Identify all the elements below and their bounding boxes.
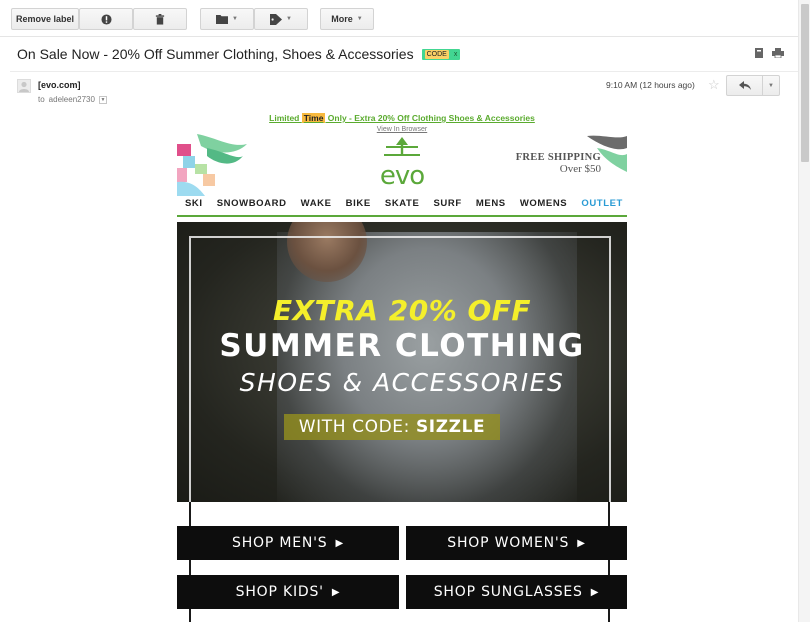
reply-button-group: ▼	[726, 75, 780, 96]
more-text: More	[331, 14, 353, 24]
person-icon	[19, 81, 29, 92]
shop-kids-label: SHOP KIDS'	[235, 584, 324, 600]
to-prefix: to	[38, 95, 45, 104]
shop-sunglasses-button[interactable]: SHOP SUNGLASSES ▶	[406, 575, 627, 609]
alert-icon	[100, 13, 112, 25]
nav-underline	[177, 215, 627, 217]
shop-mens-button[interactable]: SHOP MEN'S ▶	[177, 526, 399, 560]
hero-headline: SUMMER CLOTHING	[219, 328, 585, 364]
email-header: evo FREE SHIPPING Over $50	[177, 134, 627, 196]
remove-label-button[interactable]: Remove label	[11, 8, 79, 30]
subject-actions	[754, 48, 784, 58]
nav-womens[interactable]: WOMENS	[520, 198, 567, 213]
folder-icon	[216, 15, 229, 24]
hero-discount: EXTRA 20% OFF	[272, 294, 532, 327]
nav-wake[interactable]: WAKE	[301, 198, 332, 213]
reply-button[interactable]	[727, 76, 763, 95]
more-button[interactable]: More ▼	[320, 8, 374, 30]
shop-kids-button[interactable]: SHOP KIDS' ▶	[177, 575, 399, 609]
email-body: evo FREE SHIPPING Over $50 SKI SNOWBOARD…	[177, 134, 627, 622]
subject-divider	[10, 71, 798, 72]
hero-banner[interactable]: EXTRA 20% OFF SUMMER CLOTHING SHOES & AC…	[177, 222, 627, 502]
label-remove-button[interactable]: x	[454, 51, 458, 58]
remove-label-text: Remove label	[15, 14, 75, 24]
shop-mens-label: SHOP MEN'S	[232, 535, 328, 551]
scrollbar-thumb[interactable]	[801, 4, 809, 162]
view-in-browser-link[interactable]: View In Browser	[177, 126, 627, 133]
preheader-text-start: Limited	[269, 113, 302, 123]
hero-subheadline: SHOES & ACCESSORIES	[239, 368, 565, 397]
leaf-decoration-left	[177, 134, 247, 196]
message-subject: On Sale Now - 20% Off Summer Clothing, S…	[17, 46, 414, 62]
shop-womens-button[interactable]: SHOP WOMEN'S ▶	[406, 526, 627, 560]
play-arrow-icon: ▶	[335, 537, 344, 549]
reply-icon	[738, 81, 751, 90]
nav-ski[interactable]: SKI	[185, 198, 203, 213]
trash-icon	[155, 13, 165, 25]
nav-skate[interactable]: SKATE	[385, 198, 420, 213]
email-nav: SKI SNOWBOARD WAKE BIKE SKATE SURF MENS …	[177, 198, 627, 213]
evo-logo[interactable]: evo	[372, 136, 432, 189]
play-arrow-icon: ▶	[331, 586, 341, 598]
tag-icon	[270, 13, 283, 25]
nav-surf[interactable]: SURF	[434, 198, 462, 213]
leaf-decoration-right	[587, 135, 627, 172]
promo-code-prefix: WITH CODE:	[298, 417, 416, 437]
nav-snowboard[interactable]: SNOWBOARD	[217, 198, 287, 213]
play-arrow-icon: ▶	[577, 537, 586, 549]
shop-sunglasses-label: SHOP SUNGLASSES	[433, 584, 583, 600]
recipient-line: to adeleen2730 ▼	[38, 95, 107, 104]
preheader-highlight: Time	[301, 113, 326, 123]
labels-button[interactable]: ▼	[254, 8, 308, 30]
promo-code: SIZZLE	[415, 417, 486, 437]
report-spam-button[interactable]	[79, 8, 133, 30]
print-icon[interactable]	[772, 48, 784, 58]
move-to-button[interactable]: ▼	[200, 8, 254, 30]
mountain-icon	[384, 137, 420, 156]
preheader-link[interactable]: Limited Time Only - Extra 20% Off Clothi…	[177, 113, 627, 123]
subject-row: On Sale Now - 20% Off Summer Clothing, S…	[17, 44, 461, 64]
show-details-button[interactable]: ▼	[98, 95, 107, 104]
sender-name[interactable]: [evo.com]	[38, 80, 81, 90]
shop-womens-label: SHOP WOMEN'S	[447, 535, 570, 551]
print-all-icon[interactable]	[754, 48, 764, 58]
nav-outlet[interactable]: OUTLET	[581, 198, 623, 213]
nav-mens[interactable]: MENS	[476, 198, 506, 213]
chevron-down-icon: ▼	[356, 16, 363, 22]
star-icon[interactable]: ☆	[708, 77, 720, 93]
reply-more-dropdown[interactable]: ▼	[763, 76, 779, 95]
toolbar: Remove label ▼ ▼ More ▼	[0, 0, 810, 36]
avatar	[17, 79, 31, 93]
label-chip: CODE x	[421, 48, 461, 60]
nav-bike[interactable]: BIKE	[346, 198, 371, 213]
toolbar-divider	[0, 36, 798, 37]
logo-text: evo	[379, 161, 425, 191]
chevron-down-icon: ▼	[286, 16, 292, 22]
preheader-text-end: Only - Extra 20% Off Clothing Shoes & Ac…	[325, 113, 535, 123]
message-time: 9:10 AM (12 hours ago)	[606, 80, 695, 90]
chevron-down-icon: ▼	[232, 16, 238, 22]
label-name[interactable]: CODE	[424, 49, 449, 59]
delete-button[interactable]	[133, 8, 187, 30]
promo-code-bar: WITH CODE: SIZZLE	[284, 414, 500, 440]
recipient-name: adeleen2730	[48, 95, 95, 104]
play-arrow-icon: ▶	[590, 586, 600, 598]
